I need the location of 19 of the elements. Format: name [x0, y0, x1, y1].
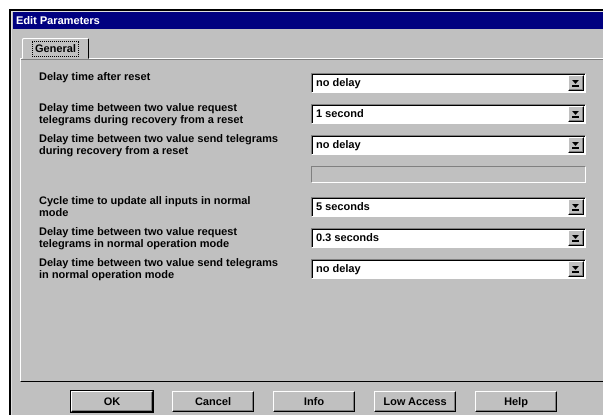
parameter-label: Delay time after reset	[39, 71, 152, 85]
parameter-label: Delay time between two value send telegrams in normal operation mode	[39, 257, 279, 279]
parameter-label: Delay time between two value send telegrams during recovery from a reset	[39, 133, 279, 155]
tab[interactable]: General	[22, 38, 89, 59]
parameter-label: Cycle time to update all inputs in normal mode	[39, 195, 252, 217]
dialog-button[interactable]: Info	[273, 391, 355, 412]
window-title: Edit Parameters	[13, 12, 603, 29]
dropdown[interactable]: no delay	[311, 259, 586, 279]
parameter-label: Delay time between two value request telegrams during recovery from a reset	[39, 102, 244, 124]
dropdown[interactable]: no delay	[311, 73, 586, 93]
dropdown[interactable]: 5 seconds	[311, 197, 586, 217]
dropdown[interactable]: 0.3 seconds	[311, 228, 586, 248]
dialog-button[interactable]: Help	[475, 391, 557, 412]
dialog-button[interactable]: Low Access	[374, 391, 456, 412]
dialog-button[interactable]: OK	[71, 391, 153, 412]
dialog-button[interactable]: Cancel	[172, 391, 254, 412]
dropdown[interactable]: no delay	[311, 135, 586, 155]
parameter-label: Delay time between two value request telegrams in normal operation mode	[39, 226, 238, 248]
dropdown[interactable]: 1 second	[311, 104, 586, 124]
